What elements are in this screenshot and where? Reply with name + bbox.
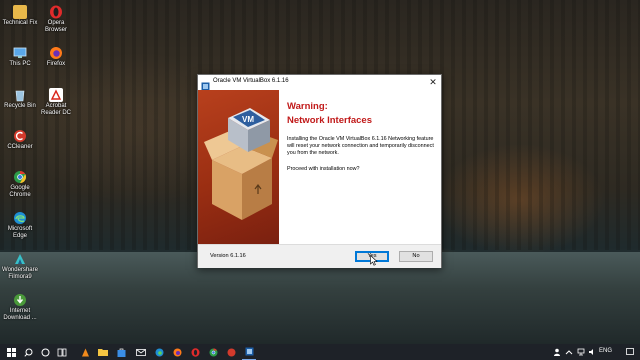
- network-icon[interactable]: [576, 344, 586, 360]
- computer-icon: [13, 46, 27, 60]
- desktop-icon-chrome[interactable]: Google Chrome: [0, 170, 40, 199]
- desktop-icon-label: Google Chrome: [9, 185, 31, 198]
- acrobat-icon: [49, 88, 63, 102]
- svg-text:VM: VM: [242, 115, 254, 124]
- folder-icon: [13, 5, 27, 19]
- desktop-icon-firefox[interactable]: Firefox: [36, 46, 76, 68]
- desktop-icon-label: Recycle Bin: [4, 103, 36, 109]
- desktop-icon-acrobat[interactable]: Acrobat Reader DC: [36, 88, 76, 117]
- warning-heading: Warning:: [287, 101, 328, 112]
- vlc-icon[interactable]: [78, 344, 92, 360]
- filmora-icon: [13, 252, 27, 266]
- virtualbox-icon[interactable]: [242, 344, 256, 360]
- edge-icon[interactable]: [152, 344, 166, 360]
- version-label: Version 6.1.16: [210, 253, 246, 259]
- language-indicator[interactable]: ENG: [599, 348, 612, 354]
- desktop-icon-this-pc[interactable]: This PC: [0, 46, 40, 68]
- store-icon[interactable]: [114, 344, 128, 360]
- virtualbox-box-illustration: VM: [204, 108, 278, 220]
- desktop-icon-edge[interactable]: Microsoft Edge: [0, 211, 40, 240]
- desktop-icon-recycle-bin[interactable]: Recycle Bin: [0, 88, 40, 110]
- edge-icon: [13, 211, 27, 225]
- file-explorer-icon[interactable]: [96, 344, 110, 360]
- desktop-icon-technical-fix[interactable]: Technical Fix: [0, 5, 40, 27]
- ccleaner-icon: [13, 129, 27, 143]
- dialog-footer: Version 6.1.16 Yes No: [198, 244, 441, 268]
- desktop-icon-label: Technical Fix: [2, 20, 38, 26]
- firefox-icon: [49, 46, 63, 60]
- task-view-icon[interactable]: [55, 344, 69, 360]
- idm-icon: [13, 293, 27, 307]
- desktop-icon-idm[interactable]: Internet Download ...: [0, 293, 40, 322]
- dialog-title: Oracle VM VirtualBox 6.1.16: [213, 78, 289, 84]
- warning-message: Installing the Oracle VM VirtualBox 6.1.…: [287, 136, 434, 156]
- desktop-icon-label: Internet Download ...: [3, 308, 37, 321]
- chrome-icon: [13, 170, 27, 184]
- action-center-icon[interactable]: [624, 344, 636, 360]
- mail-icon[interactable]: [134, 344, 148, 360]
- desktop-icon-label: Acrobat Reader DC: [40, 103, 71, 116]
- desktop-icon-opera[interactable]: Opera Browser: [36, 5, 76, 34]
- taskbar: ENG: [0, 344, 640, 360]
- desktop-icon-label: Wondershare Filmora9: [2, 267, 38, 280]
- search-icon[interactable]: [21, 344, 35, 360]
- dialog-titlebar[interactable]: Oracle VM VirtualBox 6.1.16 ✕: [198, 75, 441, 91]
- chevron-up-icon[interactable]: [564, 344, 574, 360]
- desktop-icon-label: CCleaner: [7, 144, 33, 150]
- no-button[interactable]: No: [399, 251, 433, 262]
- firefox-icon[interactable]: [170, 344, 184, 360]
- people-icon[interactable]: [552, 344, 562, 360]
- warning-subheading: Network Interfaces: [287, 115, 373, 126]
- cortana-icon[interactable]: [38, 344, 52, 360]
- mouse-cursor-icon: [370, 255, 378, 266]
- close-icon[interactable]: ✕: [425, 75, 441, 90]
- pinned-app-icon[interactable]: [224, 344, 238, 360]
- recycle-bin-icon: [13, 88, 27, 102]
- opera-icon[interactable]: [188, 344, 202, 360]
- desktop-icon-filmora[interactable]: Wondershare Filmora9: [0, 252, 40, 281]
- desktop-icon-label: Firefox: [46, 61, 66, 67]
- opera-icon: [49, 5, 63, 19]
- confirm-question: Proceed with installation now?: [287, 166, 360, 172]
- volume-icon[interactable]: [587, 344, 597, 360]
- desktop-icon-label: Opera Browser: [44, 20, 67, 33]
- installer-icon: [201, 78, 210, 91]
- desktop-icon-ccleaner[interactable]: CCleaner: [0, 129, 40, 151]
- virtualbox-banner: VM: [198, 90, 279, 244]
- desktop-icon-label: This PC: [9, 61, 31, 67]
- desktop-icon-label: Microsoft Edge: [7, 226, 33, 239]
- virtualbox-warning-dialog: Oracle VM VirtualBox 6.1.16 ✕ VM Warning…: [197, 74, 442, 268]
- chrome-icon[interactable]: [206, 344, 220, 360]
- windows-start-icon[interactable]: [4, 344, 18, 360]
- dialog-content: Warning: Network Interfaces Installing t…: [279, 90, 441, 244]
